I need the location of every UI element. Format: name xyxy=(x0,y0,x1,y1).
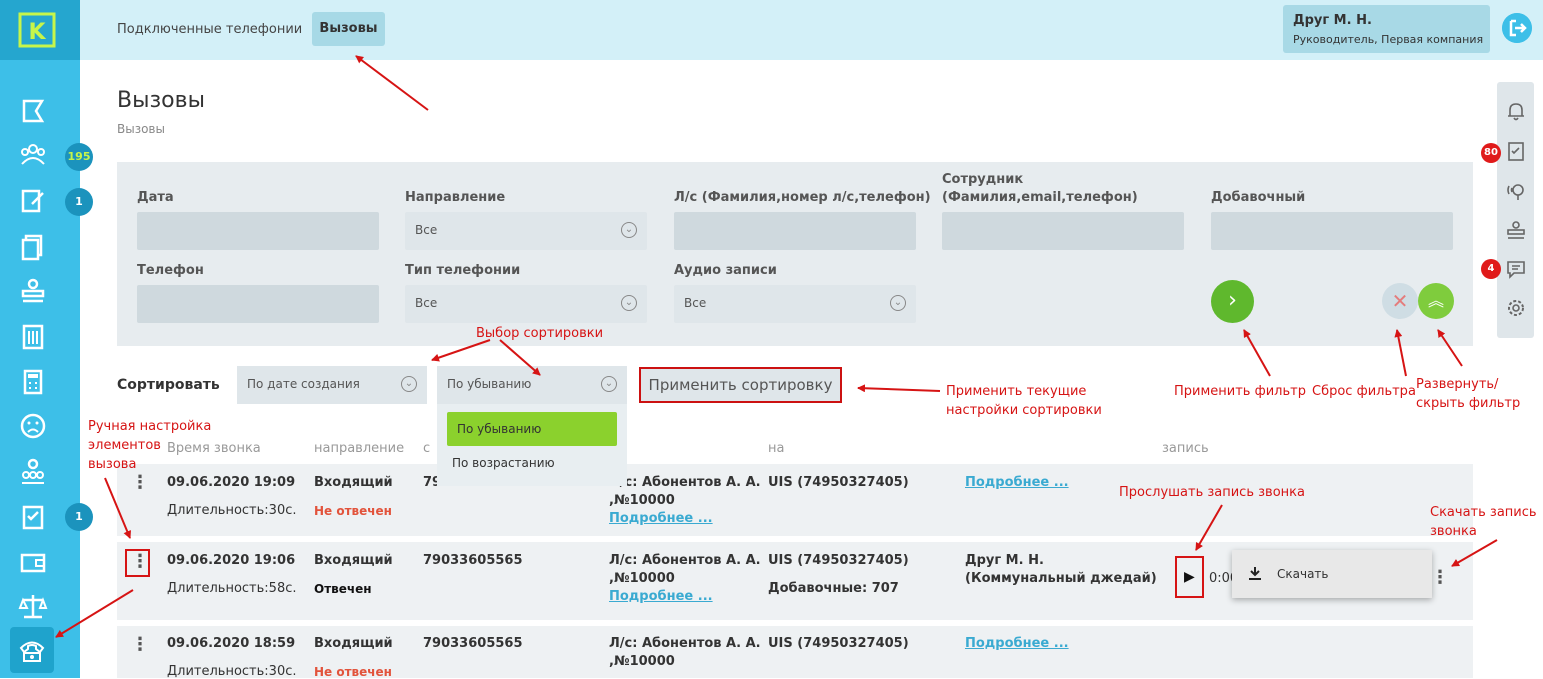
annotation-arrows xyxy=(55,55,1498,638)
